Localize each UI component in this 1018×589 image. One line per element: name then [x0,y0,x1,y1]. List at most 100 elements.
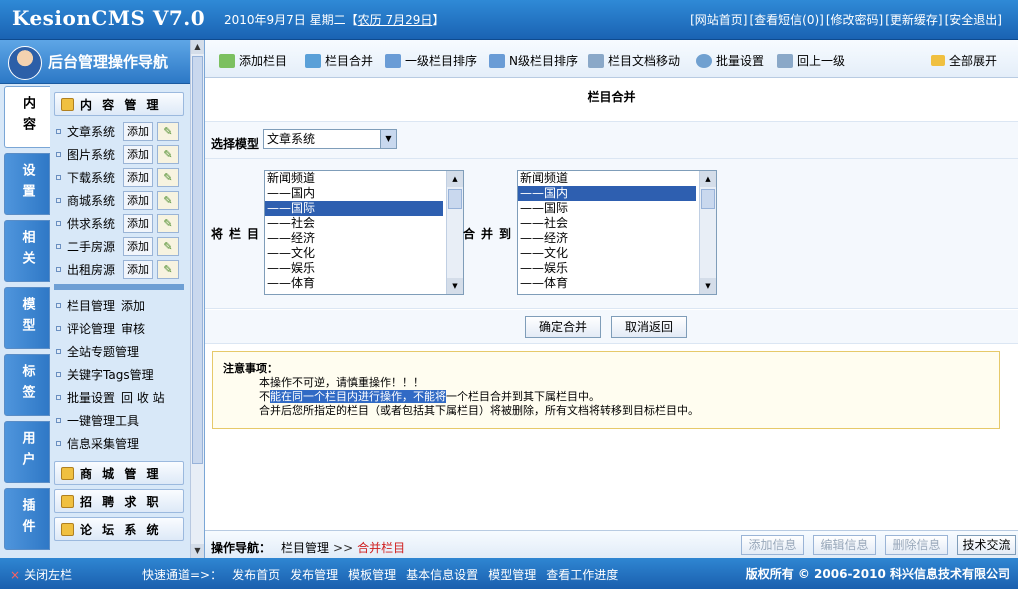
group-jobs[interactable]: 招 聘 求 职 [54,489,184,513]
listbox-scrollbar[interactable]: ▲ ▼ [699,171,716,294]
tab-plugins[interactable]: 插件 [4,488,50,550]
menu-link-column-manage[interactable]: 栏目管理 [67,297,115,314]
scroll-up-icon[interactable]: ▲ [191,40,204,54]
edit-pencil-icon[interactable]: ✎ [157,168,179,187]
menu-link-supply[interactable]: 供求系统 [67,215,123,232]
source-column-list[interactable]: 新闻频道 ——国内 ——国际 ——社会 ——经济 ——文化 ——娱乐 ——体育 ▲ ▼ [264,170,464,295]
target-option[interactable]: ——经济 [518,231,696,246]
menu-link-tags[interactable]: 关键字Tags管理 [67,366,154,383]
menu-link-batch[interactable]: 批量设置 [67,389,115,406]
source-option[interactable]: ——社会 [265,216,443,231]
sort-level1-button[interactable]: 一级栏目排序 [385,52,477,69]
tech-exchange-button[interactable]: 技术交流 [957,535,1016,555]
target-option[interactable]: ——文化 [518,246,696,261]
collapse-bar[interactable] [54,284,184,290]
listbox-scrollbar[interactable]: ▲ ▼ [446,171,463,294]
edit-info-button[interactable]: 编辑信息 [813,535,876,555]
source-option[interactable]: ——经济 [265,231,443,246]
merge-column-button[interactable]: 栏目合并 [305,52,373,69]
cancel-return-button[interactable]: 取消返回 [611,316,687,338]
quick-model-manage[interactable]: 模型管理 [488,566,536,583]
sort-nlevel-button[interactable]: N级栏目排序 [489,52,578,69]
tab-related[interactable]: 相关 [4,220,50,282]
group-forum[interactable]: 论 坛 系 统 [54,517,184,541]
menu-link-column-add[interactable]: 添加 [121,297,145,314]
target-option[interactable]: ——娱乐 [518,261,696,276]
target-option[interactable]: ——国际 [518,201,696,216]
source-option[interactable]: ——国际 [265,201,443,216]
delete-info-button[interactable]: 删除信息 [885,535,948,555]
menu-link-comment[interactable]: 评论管理 [67,320,115,337]
link-site-home[interactable]: [网站首页] [690,11,747,28]
menu-link-second-house[interactable]: 二手房源 [67,238,123,255]
scroll-up-icon[interactable]: ▲ [447,171,463,187]
lunar-date-link[interactable]: 农历 7月29日 [358,13,433,27]
quick-publish-manage[interactable]: 发布管理 [290,566,338,583]
target-option[interactable]: 新闻频道 [518,171,696,186]
source-option[interactable]: 新闻频道 [265,171,443,186]
source-option[interactable]: ——文化 [265,246,443,261]
breadcrumb-column-manage[interactable]: 栏目管理 [281,541,329,555]
scrollbar-thumb[interactable] [701,189,715,209]
quick-basic-settings[interactable]: 基本信息设置 [406,566,478,583]
quick-template-manage[interactable]: 模板管理 [348,566,396,583]
link-logout[interactable]: [安全退出] [945,11,1002,28]
scrollbar-thumb[interactable] [448,189,462,209]
source-option[interactable]: ——娱乐 [265,261,443,276]
edit-pencil-icon[interactable]: ✎ [157,260,179,279]
menu-link-rent-house[interactable]: 出租房源 [67,261,123,278]
target-option[interactable]: ——体育 [518,276,696,291]
target-option[interactable]: ——社会 [518,216,696,231]
edit-pencil-icon[interactable]: ✎ [157,145,179,164]
tab-labels[interactable]: 标签 [4,354,50,416]
model-select[interactable]: 文章系统 ▼ [263,129,397,149]
quick-work-progress[interactable]: 查看工作进度 [546,566,618,583]
expand-all-button[interactable]: 全部展开 [931,52,997,69]
scroll-down-icon[interactable]: ▼ [700,278,716,294]
tab-content[interactable]: 内容 [4,86,50,148]
menu-link-tools[interactable]: 一键管理工具 [67,412,139,429]
menu-link-shop[interactable]: 商城系统 [67,192,123,209]
tab-users[interactable]: 用户 [4,421,50,483]
add-article-button[interactable]: 添加 [123,122,153,141]
chevron-down-icon[interactable]: ▼ [380,130,396,148]
go-up-button[interactable]: 回上一级 [777,52,845,69]
target-option[interactable]: ——国内 [518,186,696,201]
link-change-password[interactable]: [修改密码] [826,11,883,28]
move-docs-button[interactable]: 栏目文档移动 [588,52,680,69]
menu-link-download[interactable]: 下载系统 [67,169,123,186]
add-column-button[interactable]: 添加栏目 [219,52,287,69]
add-supply-button[interactable]: 添加 [123,214,153,233]
menu-link-picture[interactable]: 图片系统 [67,146,123,163]
confirm-merge-button[interactable]: 确定合并 [525,316,601,338]
tab-settings[interactable]: 设置 [4,153,50,215]
add-info-button[interactable]: 添加信息 [741,535,804,555]
group-shop[interactable]: 商 城 管 理 [54,461,184,485]
add-rent-house-button[interactable]: 添加 [123,260,153,279]
add-download-button[interactable]: 添加 [123,168,153,187]
close-left-panel[interactable]: × 关闭左栏 [10,566,72,583]
tab-model[interactable]: 模型 [4,287,50,349]
source-option[interactable]: ——体育 [265,276,443,291]
quick-publish-home[interactable]: 发布首页 [232,566,280,583]
menu-link-article[interactable]: 文章系统 [67,123,123,140]
link-messages[interactable]: [查看短信(0)] [750,11,824,28]
sidebar-scrollbar[interactable]: ▲ ▼ [190,40,204,558]
batch-settings-button[interactable]: 批量设置 [696,52,764,69]
edit-pencil-icon[interactable]: ✎ [157,237,179,256]
scroll-down-icon[interactable]: ▼ [447,278,463,294]
add-second-house-button[interactable]: 添加 [123,237,153,256]
menu-link-collect[interactable]: 信息采集管理 [67,435,139,452]
add-picture-button[interactable]: 添加 [123,145,153,164]
menu-link-comment-audit[interactable]: 审核 [121,320,145,337]
scroll-up-icon[interactable]: ▲ [700,171,716,187]
add-shop-button[interactable]: 添加 [123,191,153,210]
target-column-list[interactable]: 新闻频道 ——国内 ——国际 ——社会 ——经济 ——文化 ——娱乐 ——体育 ▲ ▼ [517,170,717,295]
edit-pencil-icon[interactable]: ✎ [157,214,179,233]
menu-link-recycle[interactable]: 回 收 站 [121,389,165,406]
group-content-management[interactable]: 内 容 管 理 [54,92,184,116]
scrollbar-thumb[interactable] [192,56,203,464]
edit-pencil-icon[interactable]: ✎ [157,191,179,210]
scroll-down-icon[interactable]: ▼ [191,544,204,558]
source-option[interactable]: ——国内 [265,186,443,201]
